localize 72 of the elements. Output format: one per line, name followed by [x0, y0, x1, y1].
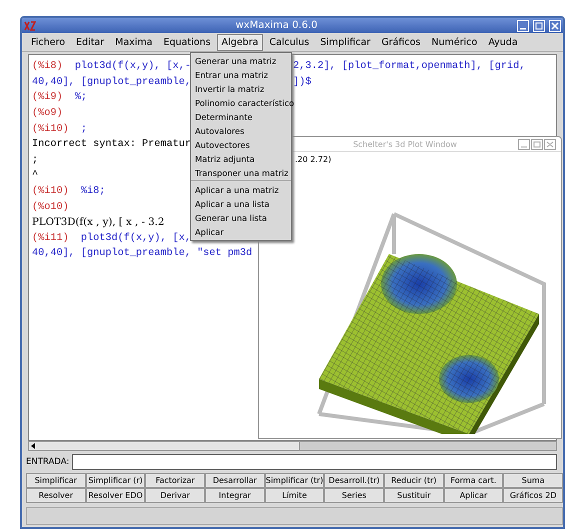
console-text: Incorrect syntax: Prematur: [32, 139, 191, 150]
command-button[interactable]: Suma: [503, 473, 563, 488]
window-title: wxMaxima 0.6.0: [234, 20, 319, 31]
menu-entry[interactable]: Autovectores: [191, 138, 291, 152]
prompt-label: (%i8): [32, 61, 63, 72]
prompt-label: (%o9): [32, 108, 63, 120]
window-controls-icon[interactable]: [518, 138, 558, 150]
horizontal-scrollbar[interactable]: [28, 441, 557, 451]
menu-entry[interactable]: Aplicar: [191, 225, 291, 239]
command-button[interactable]: Límite: [264, 488, 324, 503]
menu-item[interactable]: Maxima: [110, 34, 158, 50]
close-icon[interactable]: [549, 20, 561, 32]
menu-entry[interactable]: Entrar una matriz: [191, 68, 291, 82]
console-text: ;: [80, 124, 88, 135]
menu-item[interactable]: Equations: [158, 34, 216, 50]
command-button[interactable]: Factorizar: [145, 473, 205, 488]
command-button[interactable]: Forma cart.: [444, 473, 504, 488]
menu-entry[interactable]: Aplicar a una matriz: [191, 183, 291, 197]
menu-entry[interactable]: Determinante: [191, 110, 291, 124]
console-text: 40,40], [gnuplot_preamble, "set pm3d: [32, 248, 252, 260]
prompt-label: (%i11): [32, 232, 69, 244]
console-text: ^: [32, 170, 38, 182]
prompt-label: (%i10): [32, 186, 69, 198]
menu-entry[interactable]: Aplicar a una lista: [191, 197, 291, 211]
command-button[interactable]: Gráficos 2D: [503, 488, 563, 503]
command-button[interactable]: Aplicar: [444, 488, 504, 503]
console-text: plot3d(f(x,y), [x,-: [74, 61, 191, 72]
command-button[interactable]: Derivar: [145, 488, 205, 503]
console-text: ])$: [293, 76, 312, 88]
menu-item[interactable]: Ayuda: [483, 34, 523, 50]
command-button[interactable]: Reducir (tr): [384, 473, 444, 488]
left-arrow-icon[interactable]: [29, 442, 37, 450]
input-field[interactable]: [72, 454, 557, 470]
console-text: %;: [74, 92, 88, 104]
command-button[interactable]: Desarrollar: [205, 473, 265, 488]
menu-item[interactable]: Fichero: [26, 34, 70, 50]
console-text: plot3d(f(x,y), [x,: [80, 232, 191, 244]
menu-entry[interactable]: Generar una matriz: [191, 54, 291, 68]
command-button[interactable]: Integrar: [205, 488, 265, 503]
menu-item[interactable]: Calculus: [264, 34, 314, 50]
menu-entry[interactable]: Matriz adjunta: [191, 152, 291, 166]
plot-window-title: Schelter's 3d Plot Window: [352, 140, 458, 148]
console-text: 2,3.2], [plot_format,openmath], [grid,: [293, 61, 526, 72]
console-text: 40,40], [gnuplot_preamble,: [32, 76, 191, 88]
command-button[interactable]: Simplificar: [26, 473, 86, 488]
menu-item[interactable]: Gráficos: [376, 34, 426, 50]
maximize-icon[interactable]: [533, 20, 545, 32]
prompt-label: (%i10): [32, 124, 69, 135]
menu-item[interactable]: Algebra: [216, 34, 264, 50]
prompt-label: (%i9): [32, 92, 63, 104]
menu-entry[interactable]: Autovalores: [191, 124, 291, 138]
menu-entry[interactable]: Generar una lista: [191, 211, 291, 225]
command-button[interactable]: Resolver EDO: [86, 488, 146, 503]
command-button[interactable]: Resolver: [26, 488, 86, 503]
command-button[interactable]: Series: [324, 488, 384, 503]
menu-item[interactable]: Editar: [71, 34, 110, 50]
console-text: ;: [32, 154, 38, 166]
console-text: %i8;: [80, 186, 106, 198]
menu-entry[interactable]: Transponer una matriz: [191, 166, 291, 181]
minimize-icon[interactable]: [517, 20, 529, 32]
console-text: PLOT3D(f(x , y), [ x , - 3.2: [32, 216, 164, 228]
app-logo-icon: [24, 20, 36, 30]
coordinates-text: .20 2.72): [295, 155, 332, 164]
menu-entry[interactable]: Invertir la matriz: [191, 82, 291, 96]
prompt-label: (%o10): [32, 202, 69, 213]
command-button[interactable]: Desarroll.(tr): [324, 473, 384, 488]
command-button[interactable]: Sustituir: [384, 488, 444, 503]
menu-item[interactable]: Numérico: [426, 34, 482, 50]
menu-item[interactable]: Simplificar: [315, 34, 376, 50]
command-button[interactable]: Simplificar (r): [86, 473, 146, 488]
command-button[interactable]: Simplificar (tr): [264, 473, 324, 488]
input-label: ENTRADA:: [26, 457, 70, 467]
